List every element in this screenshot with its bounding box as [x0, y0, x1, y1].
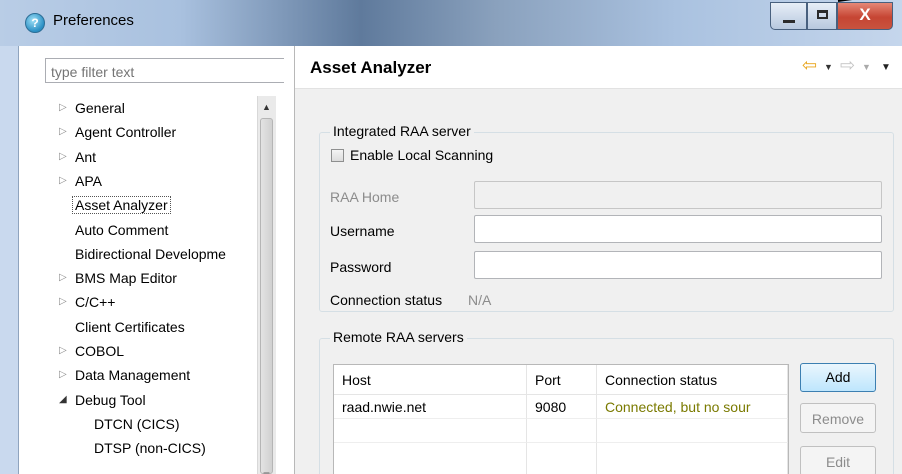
tree-item[interactable]: ▷ COBOL: [59, 339, 125, 363]
expand-arrow-icon[interactable]: ▷: [59, 266, 69, 290]
tree-item[interactable]: ▷ BMS Map Editor: [59, 266, 177, 290]
forward-dropdown-icon[interactable]: ▼: [862, 62, 871, 72]
tree-item-label: BMS Map Editor: [75, 270, 177, 287]
forward-arrow-icon[interactable]: ⇨: [840, 55, 855, 76]
tree-scrollbar[interactable]: ▲ ≡: [257, 96, 276, 474]
tree-item-label: DTCN (CICS): [94, 415, 180, 432]
table-cell-status[interactable]: Connected, but no sour: [597, 395, 788, 419]
tree-item[interactable]: ▷ Data Management: [59, 363, 191, 387]
scroll-thumb[interactable]: ≡: [260, 118, 273, 474]
tree-item-label: C/C++: [75, 294, 116, 311]
empty-cell: [527, 419, 597, 443]
tree-item-label: Bidirectional Developme: [75, 245, 226, 262]
tree-item-label: Ant: [75, 148, 97, 165]
preferences-window: ? Preferences X ▷ General ▷ Agent Controlle…: [0, 0, 902, 474]
tree-item[interactable]: Asset Analyzer: [72, 193, 171, 217]
tree-item[interactable]: ◢ Debug Tool: [59, 388, 146, 412]
remove-button[interactable]: Remove: [800, 403, 876, 433]
expand-arrow-icon[interactable]: ▷: [59, 96, 69, 120]
minimize-icon: [783, 20, 795, 23]
username-field[interactable]: [474, 215, 882, 243]
column-header-port[interactable]: Port: [527, 365, 597, 395]
expand-arrow-icon[interactable]: ▷: [59, 363, 69, 387]
title-bar[interactable]: ? Preferences X: [0, 0, 902, 46]
tree-item-label: APA: [75, 172, 102, 189]
integrated-group-title: Integrated RAA server: [330, 123, 474, 139]
empty-cell: [334, 443, 527, 474]
table-cell-host[interactable]: raad.nwie.net: [334, 395, 527, 419]
tree-item-label: Auto Comment: [75, 221, 169, 238]
preference-page: Asset Analyzer ⇦ ▼ ⇨ ▼ ▼ Integrated RAA …: [294, 46, 902, 474]
back-dropdown-icon[interactable]: ▼: [824, 62, 833, 72]
tree-item-label: DTSP (non-CICS): [94, 440, 206, 457]
tree-item[interactable]: ▷ General: [59, 96, 125, 120]
tree-item[interactable]: ▷ Ant: [59, 145, 97, 169]
password-label: Password: [330, 259, 392, 275]
password-field[interactable]: [474, 251, 882, 279]
tree-item-label: Client Certificates: [75, 318, 185, 335]
tree-item[interactable]: ▷ C/C++: [59, 290, 116, 314]
panel-sash[interactable]: [284, 46, 294, 474]
tree-item[interactable]: ▷ APA: [59, 169, 102, 193]
expand-arrow-icon[interactable]: ▷: [59, 169, 69, 193]
close-icon: X: [859, 5, 871, 24]
preference-tree[interactable]: ▷ General ▷ Agent Controller ▷ Ant ▷ APA Asset A…: [39, 96, 279, 474]
raa-home-field: [474, 181, 882, 209]
add-button[interactable]: Add: [800, 363, 876, 392]
expand-arrow-icon[interactable]: ▷: [59, 290, 69, 314]
raa-home-label: RAA Home: [330, 189, 400, 205]
dialog-body: ▷ General ▷ Agent Controller ▷ Ant ▷ APA Asset A…: [18, 46, 902, 474]
collapse-arrow-icon[interactable]: ◢: [59, 388, 69, 412]
tree-item-label: Debug Tool: [75, 391, 146, 408]
tree-item[interactable]: ▷ Agent Controller: [59, 120, 177, 144]
app-icon: ?: [25, 13, 45, 33]
column-header-host[interactable]: Host: [334, 365, 527, 395]
empty-cell: [597, 419, 788, 443]
connection-status-value: N/A: [468, 292, 492, 308]
connection-status-label: Connection status: [330, 292, 443, 308]
expand-arrow-icon[interactable]: ▷: [59, 145, 69, 169]
maximize-icon: [817, 10, 828, 19]
enable-local-scanning-checkbox[interactable]: [331, 149, 344, 162]
expand-arrow-icon[interactable]: ▷: [59, 339, 69, 363]
filter-input[interactable]: [45, 58, 293, 83]
grip-icon: ≡: [263, 468, 270, 474]
remote-servers-table[interactable]: Host Port Connection status raad.nwie.ne…: [333, 364, 789, 474]
close-button[interactable]: X: [837, 2, 893, 30]
tree-item-label: Agent Controller: [75, 124, 177, 141]
tree-item-label: COBOL: [75, 343, 125, 359]
empty-cell: [334, 419, 527, 443]
scroll-up-icon[interactable]: ▲: [262, 102, 271, 112]
minimize-button[interactable]: [770, 2, 807, 30]
tree-item[interactable]: Client Certificates: [75, 315, 185, 339]
remote-group-title: Remote RAA servers: [330, 329, 467, 345]
page-title: Asset Analyzer: [310, 58, 432, 77]
edit-button[interactable]: Edit: [800, 446, 876, 474]
back-arrow-icon[interactable]: ⇦: [802, 55, 817, 76]
maximize-button[interactable]: [807, 2, 837, 30]
tree-item-label: Data Management: [75, 367, 191, 384]
window-title: Preferences: [53, 12, 134, 29]
empty-cell: [527, 443, 597, 474]
page-header: Asset Analyzer ⇦ ▼ ⇨ ▼ ▼: [295, 46, 902, 89]
enable-local-scanning-label[interactable]: Enable Local Scanning: [350, 147, 493, 163]
tree-item[interactable]: Bidirectional Developme: [75, 242, 226, 266]
expand-arrow-icon[interactable]: ▷: [59, 120, 69, 144]
table-cell-port[interactable]: 9080: [527, 395, 597, 419]
integrated-raa-group: Integrated RAA server Enable Local Scann…: [319, 123, 894, 312]
empty-cell: [597, 443, 788, 474]
column-header-connection-status[interactable]: Connection status: [597, 365, 788, 395]
tree-item[interactable]: DTSP (non-CICS): [94, 436, 206, 460]
tree-item-label: General: [75, 100, 125, 116]
username-label: Username: [330, 223, 395, 239]
view-menu-icon[interactable]: ▼: [881, 62, 891, 73]
tree-item[interactable]: DTCN (CICS): [94, 412, 180, 436]
tree-item[interactable]: Auto Comment: [75, 218, 168, 242]
tree-item-label: Asset Analyzer: [72, 196, 171, 215]
